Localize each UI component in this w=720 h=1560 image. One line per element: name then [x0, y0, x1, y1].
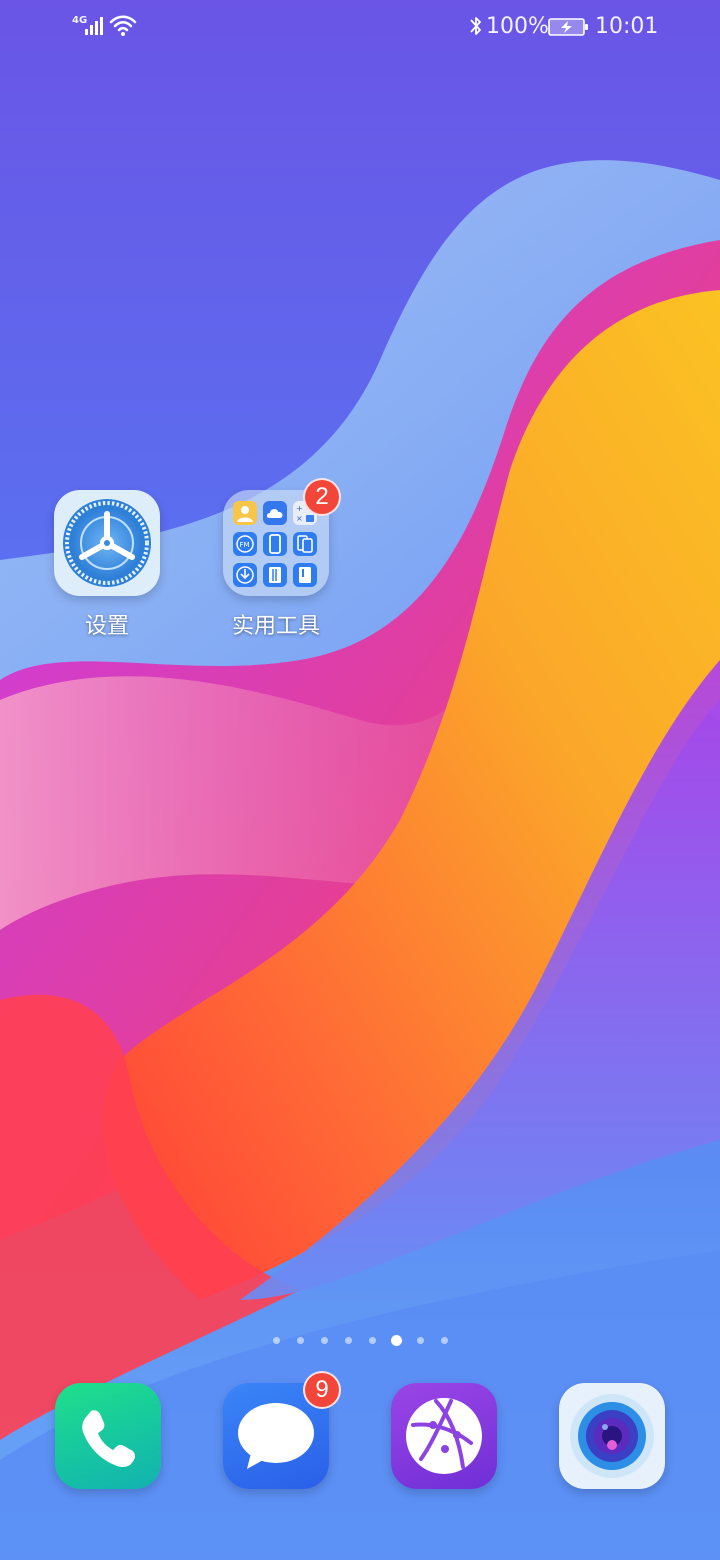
cloud-icon — [263, 501, 287, 525]
status-bar: 4G 100% 10:01 — [0, 0, 720, 56]
download-icon — [233, 563, 257, 587]
folder-preview: +−× FM — [233, 501, 319, 587]
svg-text:+: + — [296, 504, 303, 513]
phone-app[interactable] — [55, 1383, 161, 1489]
phone-clone-icon — [263, 532, 287, 556]
messages-app[interactable]: 9 — [223, 1371, 341, 1489]
page-dot[interactable] — [417, 1337, 424, 1344]
signal-icon — [85, 17, 103, 35]
clock: 10:01 — [595, 14, 659, 39]
wallpaper — [0, 0, 720, 1560]
page-dot[interactable] — [297, 1337, 304, 1344]
wifi-icon — [109, 15, 137, 36]
bluetooth-icon — [470, 17, 481, 35]
browser-app[interactable] — [391, 1383, 497, 1489]
notepad-icon — [263, 563, 287, 587]
mirror-icon — [293, 532, 317, 556]
page-dot[interactable] — [345, 1337, 352, 1344]
camera-app[interactable] — [559, 1383, 665, 1489]
page-dot-active[interactable] — [391, 1335, 402, 1346]
settings-gear-icon[interactable] — [54, 490, 160, 596]
page-dot[interactable] — [321, 1337, 328, 1344]
page-dot[interactable] — [273, 1337, 280, 1344]
notification-badge: 2 — [303, 478, 341, 516]
page-dot[interactable] — [441, 1337, 448, 1344]
page-indicator[interactable] — [0, 1334, 720, 1348]
fm-radio-icon: FM — [233, 532, 257, 556]
app-label: 设置 — [84, 614, 129, 639]
folder-icon[interactable]: +−× FM 2 — [223, 478, 341, 596]
tools-folder[interactable]: +−× FM 2 实用工具 — [211, 478, 341, 640]
folder-label: 实用工具 — [231, 614, 320, 639]
files-icon — [293, 563, 317, 587]
contacts-icon — [233, 501, 257, 525]
phone-icon — [82, 1410, 135, 1468]
settings-app[interactable]: 设置 — [42, 490, 172, 640]
battery-charging-icon — [548, 18, 588, 36]
battery-percent: 100% — [486, 14, 549, 39]
globe-icon — [406, 1398, 482, 1474]
svg-text:×: × — [296, 514, 303, 523]
camera-lens-icon — [570, 1394, 654, 1478]
notification-badge: 9 — [303, 1371, 341, 1409]
page-dot[interactable] — [369, 1337, 376, 1344]
svg-text:FM: FM — [240, 541, 250, 549]
